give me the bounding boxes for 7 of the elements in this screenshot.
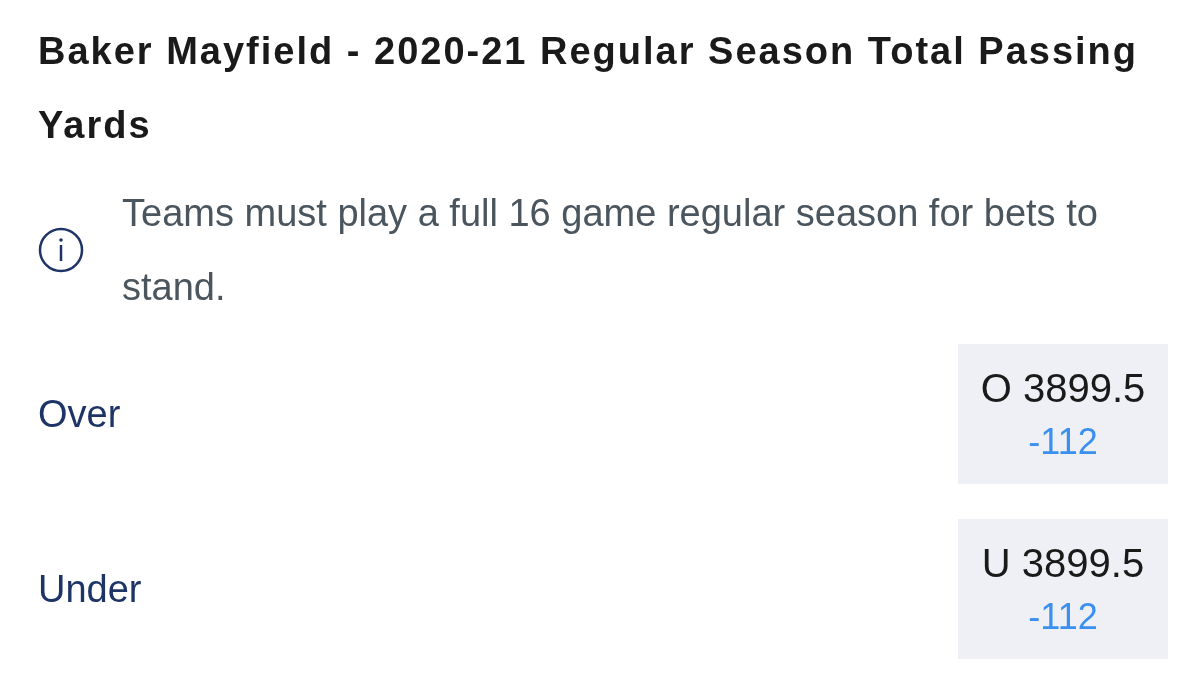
option-label: Over xyxy=(38,392,121,436)
info-icon xyxy=(38,227,84,273)
market-title: Baker Mayfield - 2020-21 Regular Season Total Passing Yards xyxy=(38,29,1139,148)
odds-button[interactable]: U 3899.5 -112 xyxy=(958,519,1168,659)
notice-text: Teams must play a full 16 game regular season for bets to stand. xyxy=(122,191,1099,310)
odds-button[interactable]: O 3899.5 -112 xyxy=(958,344,1168,484)
option-label: Under xyxy=(38,567,142,611)
